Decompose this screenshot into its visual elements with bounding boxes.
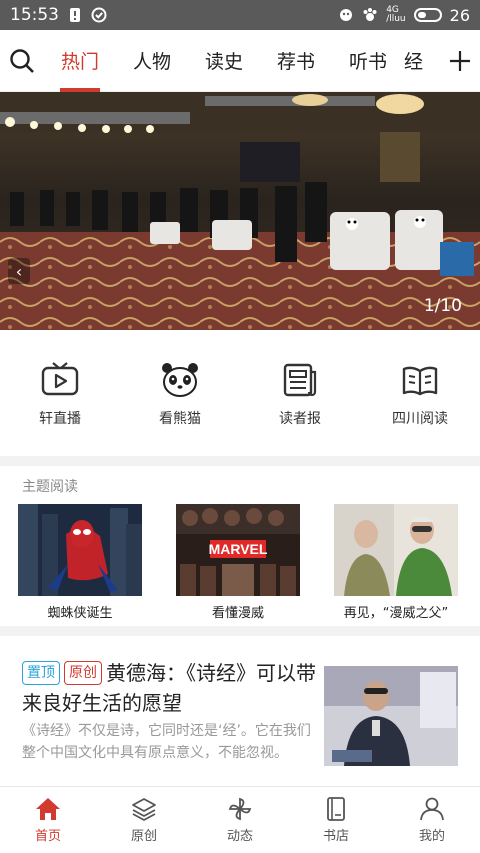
tab-people[interactable]: 人物 <box>116 30 188 92</box>
quick-link-panda[interactable]: 看熊猫 <box>130 362 230 428</box>
section-divider <box>0 456 480 466</box>
battery-level: 26 <box>449 5 470 25</box>
marvel-logo-text: MARVEL <box>209 541 268 557</box>
tab-book-recommend[interactable]: 荐书 <box>260 30 332 92</box>
spiderman-image <box>18 504 142 596</box>
network-indicator: 4G/lluu <box>386 5 406 24</box>
nav-home[interactable]: 首页 <box>0 787 96 853</box>
marvel-poster-image: MARVEL <box>176 504 300 596</box>
book-icon <box>327 796 345 821</box>
topic-card-caption: 看懂漫威 <box>211 606 264 621</box>
speaker-photo <box>324 666 458 766</box>
open-book-icon <box>402 366 438 396</box>
nav-dynamics[interactable]: 动态 <box>192 787 288 853</box>
home-icon <box>36 797 60 820</box>
banner-image <box>0 92 480 330</box>
nav-original[interactable]: 原创 <box>96 787 192 853</box>
battery-icon <box>413 8 442 22</box>
section-divider <box>0 626 480 636</box>
search-button[interactable] <box>0 30 44 92</box>
quick-link-reader-news[interactable]: 读者报 <box>250 362 350 428</box>
channel-tabs: 热门 人物 读史 荐书 听书 经 <box>44 30 440 92</box>
clock: 15:53 <box>10 5 59 25</box>
panda-icon <box>162 363 198 397</box>
nav-bookstore[interactable]: 书店 <box>288 787 384 853</box>
nav-mine[interactable]: 我的 <box>384 787 480 853</box>
topic-card-stan-lee[interactable]: 再见，“漫威之父” <box>334 504 458 621</box>
paw-icon <box>363 8 377 21</box>
section-heading: 主题阅读 <box>22 479 78 495</box>
article-title: 置顶 原创 黄德海：《诗经》可以带来良好生活的愿望 <box>22 658 322 718</box>
article-item[interactable]: 置顶 原创 黄德海：《诗经》可以带来良好生活的愿望 《诗经》不仅是诗，它同时还是‘经… <box>0 636 480 786</box>
newspaper-icon <box>283 363 317 397</box>
tab-audio-books[interactable]: 听书 <box>332 30 404 92</box>
topic-reading-section: 主题阅读 蜘蛛侠诞生 MARVEL 看懂漫威 再见，“漫威之父” <box>0 466 480 626</box>
sim-card-icon <box>70 8 80 22</box>
plus-icon <box>450 50 470 71</box>
app-notification-icon <box>340 9 353 21</box>
article-thumbnail <box>324 666 458 766</box>
pinwheel-icon <box>228 797 252 820</box>
layers-icon <box>132 797 156 821</box>
quick-links: 轩直播 看熊猫 读者报 四川阅读 <box>0 330 480 456</box>
tab-classics[interactable]: 经 <box>404 30 432 92</box>
article-summary: 《诗经》不仅是诗，它同时还是‘经’。它在我们整个中国文化中具有原点意义，不能忽视… <box>22 723 311 761</box>
status-bar: 15:53 4G/lluu 26 <box>0 0 480 30</box>
tab-history[interactable]: 读史 <box>188 30 260 92</box>
search-icon <box>10 48 34 73</box>
portrait-image <box>334 504 458 596</box>
banner-prev-button[interactable]: ‹ <box>8 258 30 284</box>
add-channel-button[interactable] <box>440 30 480 92</box>
tab-hot[interactable]: 热门 <box>44 30 116 92</box>
banner-carousel[interactable]: ‹ 1/10 <box>0 92 480 330</box>
topic-card-spiderman[interactable]: 蜘蛛侠诞生 <box>18 504 142 621</box>
topic-card-caption: 再见，“漫威之父” <box>343 606 449 621</box>
bottom-nav: 首页 原创 动态 书店 我的 <box>0 786 480 853</box>
user-icon <box>420 797 444 820</box>
original-badge: 原创 <box>64 661 102 685</box>
topic-card-caption: 蜘蛛侠诞生 <box>47 606 113 621</box>
pinned-badge: 置顶 <box>22 661 60 685</box>
top-nav: 热门 人物 读史 荐书 听书 经 <box>0 30 480 92</box>
quick-link-live[interactable]: 轩直播 <box>10 362 110 428</box>
banner-counter: 1/10 <box>423 296 462 316</box>
check-circle-icon <box>91 7 107 23</box>
quick-link-sichuan-reading[interactable]: 四川阅读 <box>370 362 470 428</box>
tv-play-icon <box>41 362 79 396</box>
topic-card-marvel[interactable]: MARVEL 看懂漫威 <box>176 504 300 621</box>
